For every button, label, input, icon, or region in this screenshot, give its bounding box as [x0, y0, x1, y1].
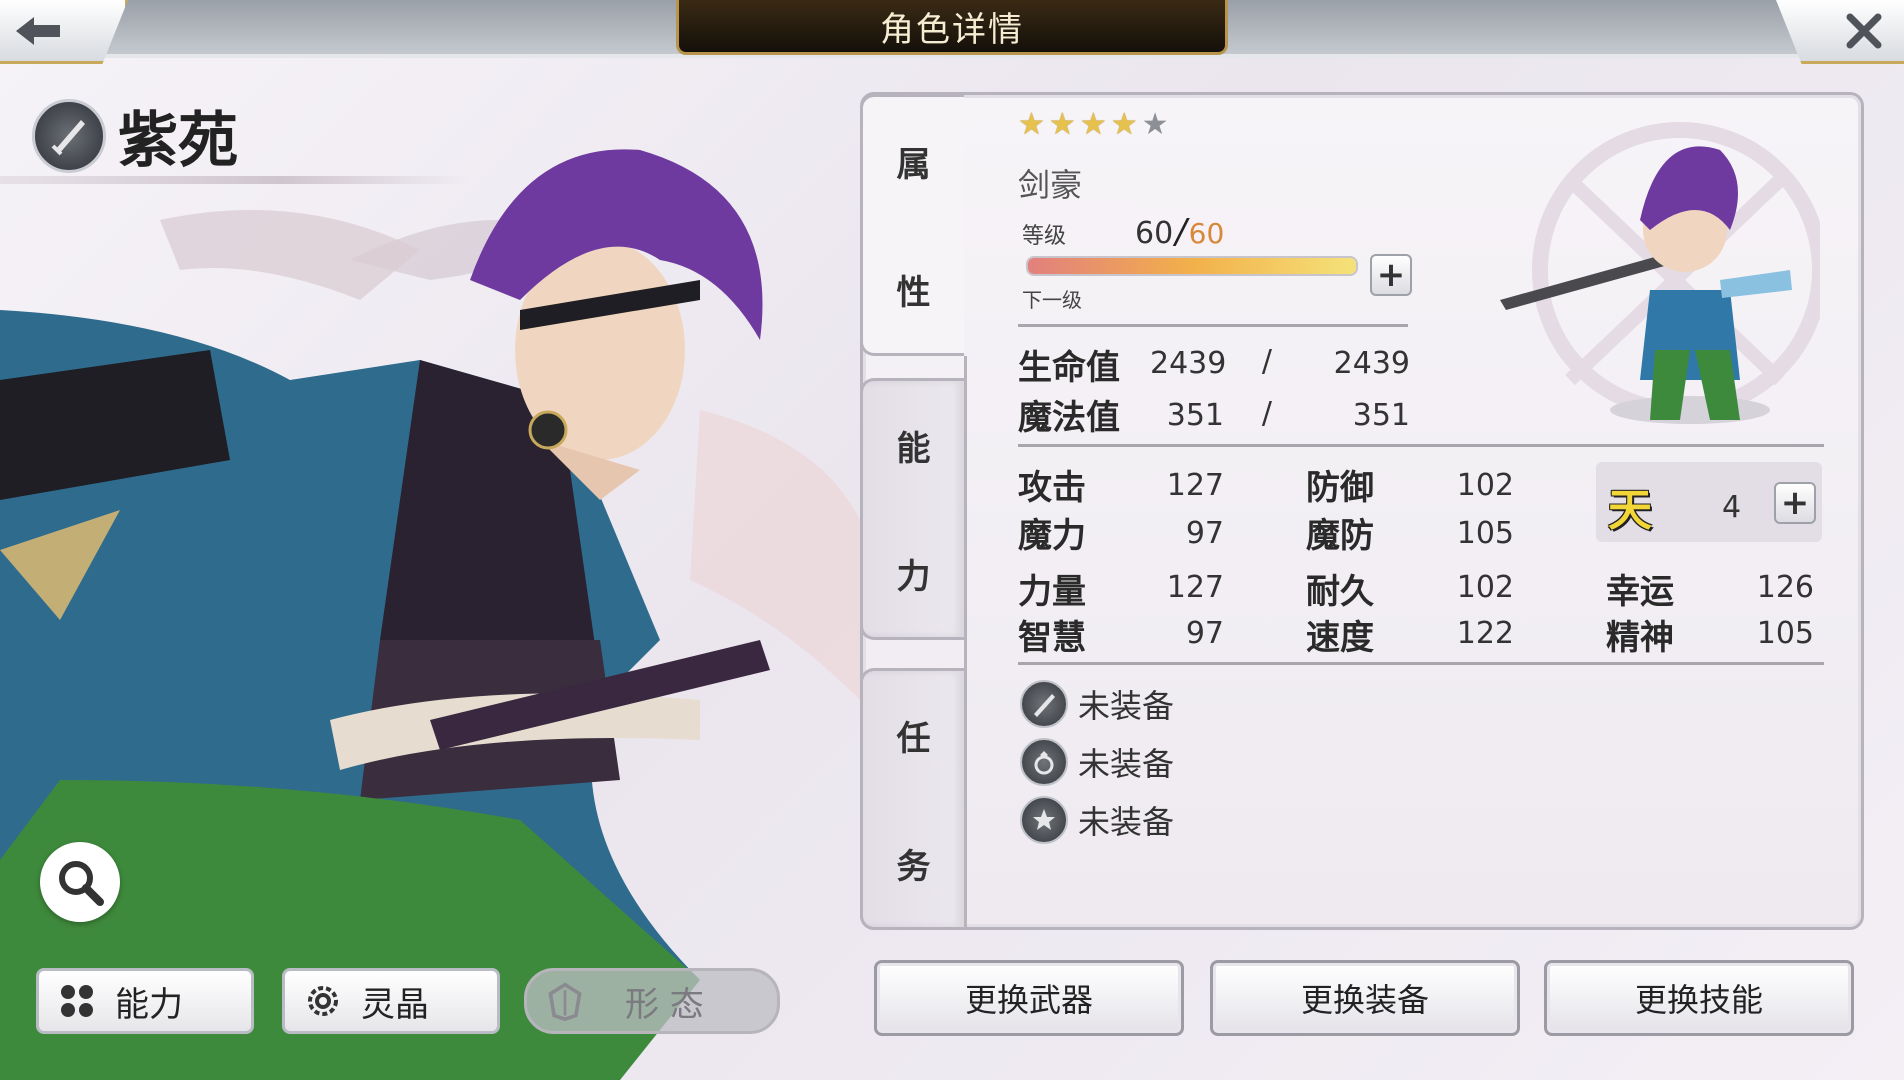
ring-icon — [1020, 738, 1068, 786]
tab-mission-char2: 务 — [896, 846, 931, 887]
tab-attributes-char1: 属 — [896, 144, 931, 185]
wisdom-label: 智慧 — [1018, 618, 1086, 658]
ability-mode-button[interactable]: 能力 — [36, 968, 254, 1034]
strength-value: 127 — [1166, 570, 1224, 605]
mp-max: 351 — [1352, 398, 1410, 433]
change-skill-button[interactable]: 更换技能 — [1544, 960, 1854, 1036]
equipment-accessory-label: 未装备 — [1078, 745, 1175, 783]
hp-current: 2439 — [1150, 346, 1227, 381]
page-title: 角色详情 — [676, 0, 1228, 55]
heaven-rank-glyph: 天 — [1608, 485, 1652, 536]
hp-separator: / — [1261, 344, 1272, 379]
heaven-rank-plus-button[interactable]: + — [1774, 482, 1816, 524]
star-filled-icon: ★ — [1018, 107, 1045, 142]
divider — [1018, 662, 1824, 665]
experience-bar — [1026, 256, 1358, 276]
arrow-left-icon — [16, 16, 60, 45]
magic-value: 97 — [1185, 516, 1224, 551]
star-filled-icon: ★ — [1079, 107, 1107, 142]
defense-label: 防御 — [1306, 468, 1374, 508]
star-filled-icon: ★ — [1110, 107, 1138, 142]
tab-mission-char1: 任 — [896, 718, 931, 759]
speed-value: 122 — [1456, 616, 1514, 651]
wisdom-value: 97 — [1185, 616, 1224, 651]
ability-mode-label: 能力 — [115, 984, 183, 1025]
equipment-weapon-label: 未装备 — [1078, 687, 1175, 725]
gear-icon — [303, 981, 343, 1021]
endurance-value: 102 — [1456, 570, 1514, 605]
mp-label: 魔法值 — [1018, 398, 1120, 438]
magic-label: 魔力 — [1018, 516, 1086, 556]
attack-value: 127 — [1166, 468, 1224, 503]
character-portrait — [1500, 122, 1820, 424]
divider — [1018, 324, 1408, 327]
change-equipment-button[interactable]: 更换装备 — [1210, 960, 1520, 1036]
hp-label: 生命值 — [1018, 348, 1120, 388]
crystal-mode-button[interactable]: 灵晶 — [282, 968, 500, 1034]
spirit-label: 精神 — [1606, 618, 1674, 658]
star-emblem-icon — [1020, 796, 1068, 844]
equipment-slot-accessory[interactable]: 未装备 — [1020, 738, 1174, 786]
crystal-mode-label: 灵晶 — [361, 984, 429, 1025]
rarity-stars: ★ ★ ★ ★ ★ — [1018, 110, 1169, 140]
equipment-slot-weapon[interactable]: 未装备 — [1020, 680, 1174, 728]
character-artwork — [0, 149, 860, 1080]
speed-label: 速度 — [1306, 618, 1374, 658]
form-mode-label: 形 态 — [625, 984, 704, 1025]
sword-class-icon — [32, 98, 106, 173]
experience-bar-fill — [1028, 258, 1356, 274]
tab-attributes-char2: 性 — [896, 272, 931, 313]
attack-label: 攻击 — [1018, 468, 1086, 508]
tab-ability-char1: 能 — [896, 428, 931, 469]
character-name-area: 紫苑 — [32, 92, 238, 179]
close-icon — [1846, 13, 1882, 48]
star-empty-icon: ★ — [1141, 107, 1169, 142]
heaven-rank-value: 4 — [1722, 490, 1742, 525]
tab-attributes[interactable]: 属 性 — [860, 94, 964, 356]
endurance-label: 耐久 — [1306, 572, 1374, 612]
change-weapon-button[interactable]: 更换武器 — [874, 960, 1184, 1036]
form-mode-button[interactable]: 形 态 — [524, 968, 780, 1034]
luck-value: 126 — [1756, 570, 1814, 605]
magic-defense-value: 105 — [1456, 516, 1514, 551]
search-icon — [59, 861, 104, 906]
tab-ability-char2: 力 — [896, 556, 931, 597]
tab-ability[interactable]: 能 力 — [860, 378, 964, 640]
level-max: 60 — [1188, 217, 1225, 250]
crest-icon — [545, 981, 585, 1022]
sword-icon — [1020, 680, 1068, 728]
level-up-plus-button[interactable]: + — [1370, 254, 1412, 296]
spirit-value: 105 — [1756, 616, 1814, 651]
hp-max: 2439 — [1333, 346, 1410, 381]
star-filled-icon: ★ — [1048, 107, 1076, 142]
mp-current: 351 — [1166, 398, 1224, 433]
defense-value: 102 — [1456, 468, 1514, 503]
tab-mission[interactable]: 任 务 — [860, 668, 964, 930]
zoom-button[interactable] — [40, 842, 120, 922]
job-class: 剑豪 — [1018, 166, 1083, 204]
luck-label: 幸运 — [1606, 572, 1674, 612]
level-current: 60 — [1135, 216, 1174, 251]
mp-separator: / — [1261, 396, 1272, 431]
level-value: 60/60 — [1135, 212, 1225, 252]
tab-separator — [964, 356, 967, 930]
name-underline — [0, 176, 470, 184]
character-name: 紫苑 — [118, 106, 238, 176]
next-level-label: 下一级 — [1022, 288, 1082, 312]
equipment-slot-emblem[interactable]: 未装备 — [1020, 796, 1174, 844]
divider — [1018, 444, 1824, 447]
equipment-emblem-label: 未装备 — [1078, 803, 1175, 841]
magic-defense-label: 魔防 — [1306, 516, 1374, 556]
grid-icon — [57, 981, 97, 1021]
strength-label: 力量 — [1018, 572, 1086, 612]
level-label: 等级 — [1022, 224, 1067, 249]
